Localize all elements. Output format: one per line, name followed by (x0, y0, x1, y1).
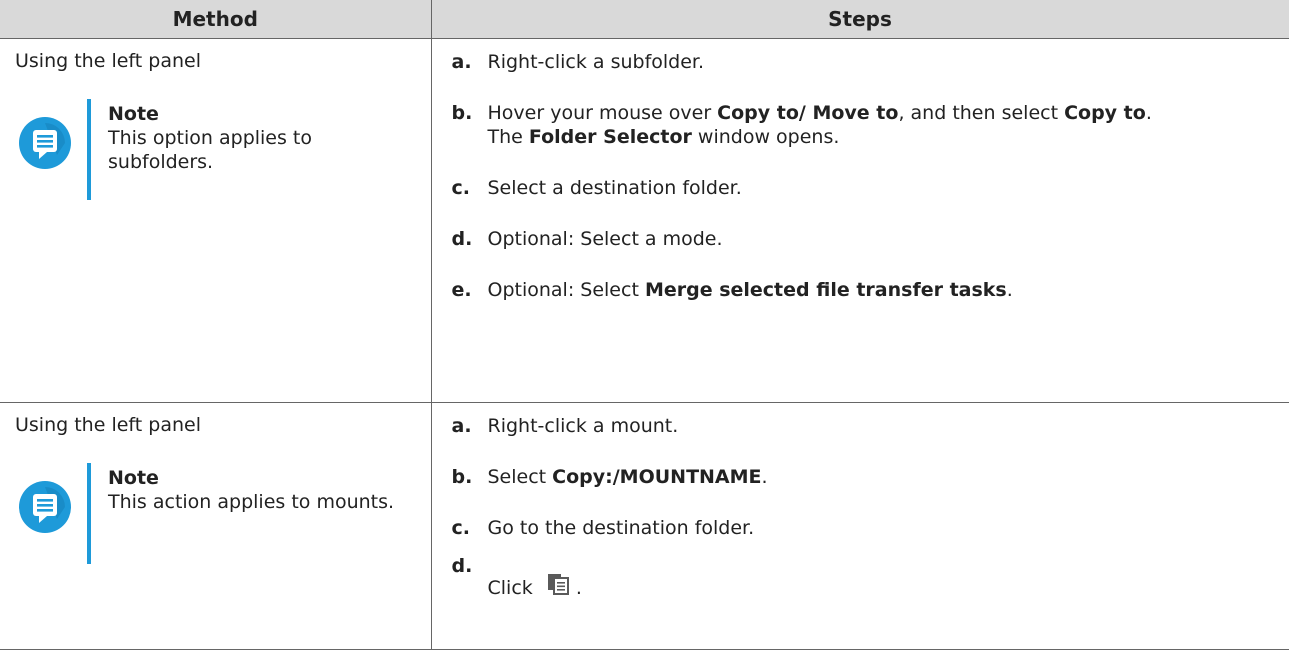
note-icon (19, 481, 71, 533)
step-label: b. (451, 466, 473, 488)
step-label: c. (451, 517, 470, 539)
step-text: Optional: Select (487, 279, 645, 301)
step-d: d. Optional: Select a mode. (432, 227, 1289, 251)
step-text: , and then select (898, 102, 1065, 124)
note-title: Note (108, 103, 159, 125)
step-text: . (761, 466, 768, 488)
table-row: Using the left panel Note This option ap… (0, 38, 1289, 403)
step-text: . (575, 577, 582, 599)
step-text: Right-click a mount. (487, 415, 679, 437)
step-text: Click (487, 577, 533, 599)
step-label: d. (451, 555, 473, 577)
ui-term: Merge selected file transfer tasks (644, 279, 1007, 301)
step-text: Go to the destination folder. (487, 517, 755, 539)
methods-table: Method Steps Using the left panel Note T… (0, 0, 1289, 650)
steps-cell: a. Right-click a mount. b. Select Copy:/… (430, 402, 1289, 650)
table-row: Using the left panel Note This action ap… (0, 402, 1289, 650)
note-text: This action applies to mounts. (108, 491, 395, 513)
step-text: Right-click a subfolder. (487, 51, 705, 73)
ui-term: Copy to/ Move to (717, 102, 899, 124)
table-header-row: Method Steps (0, 0, 1289, 39)
method-text: Using the left panel (15, 50, 201, 72)
step-label: e. (451, 279, 472, 301)
step-a: a. Right-click a mount. (432, 414, 1289, 438)
step-label: a. (451, 415, 472, 437)
step-c: c. Go to the destination folder. (432, 516, 1289, 540)
step-a: a. Right-click a subfolder. (432, 50, 1289, 74)
step-text: . (1006, 279, 1013, 301)
step-label: a. (451, 51, 472, 73)
step-b: b. Select Copy:/MOUNTNAME. (432, 465, 1289, 489)
step-text: Select (487, 466, 553, 488)
note-accent-bar (87, 99, 91, 200)
steps-list: a. Right-click a mount. b. Select Copy:/… (432, 414, 1289, 600)
step-d: d. Click . (432, 555, 1289, 600)
step-label: b. (451, 102, 473, 124)
note-title: Note (108, 467, 159, 489)
step-text: Optional: Select a mode. (487, 228, 723, 250)
steps-cell: a. Right-click a subfolder. b. Hover you… (430, 38, 1289, 403)
note-body: Note This action applies to mounts. (108, 466, 408, 514)
header-steps: Steps (430, 0, 1289, 39)
step-result: window opens. (691, 126, 840, 148)
steps-list: a. Right-click a subfolder. b. Hover you… (432, 50, 1289, 302)
note-icon (19, 117, 71, 169)
step-result: The (487, 126, 529, 148)
note-box: Note This option applies to subfolders. (15, 99, 431, 200)
copy-icon (547, 574, 569, 595)
note-box: Note This action applies to mounts. (15, 463, 431, 564)
step-label: d. (451, 228, 473, 250)
method-cell: Using the left panel Note This action ap… (0, 402, 432, 650)
step-text: Select a destination folder. (487, 177, 742, 199)
note-accent-bar (87, 463, 91, 564)
step-e: e. Optional: Select Merge selected file … (432, 278, 1289, 302)
step-label: c. (451, 177, 470, 199)
ui-term: Copy to (1064, 102, 1146, 124)
note-body: Note This option applies to subfolders. (108, 102, 408, 174)
step-text: . (1145, 102, 1152, 124)
ui-term: Folder Selector (528, 126, 692, 148)
header-method: Method (0, 0, 432, 39)
step-text: Hover your mouse over (487, 102, 718, 124)
method-cell: Using the left panel Note This option ap… (0, 38, 432, 403)
step-c: c. Select a destination folder. (432, 176, 1289, 200)
note-text: This option applies to subfolders. (108, 127, 313, 173)
step-b: b. Hover your mouse over Copy to/ Move t… (432, 101, 1289, 149)
ui-term: Copy:/MOUNTNAME (552, 466, 762, 488)
method-text: Using the left panel (15, 414, 201, 436)
